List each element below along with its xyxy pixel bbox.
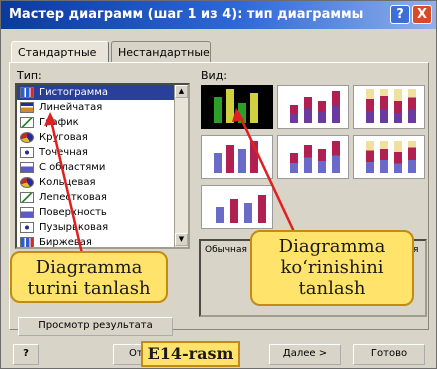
list-item[interactable]: Кольцевая bbox=[17, 175, 188, 190]
bar-icon bbox=[366, 89, 374, 123]
bar-icon bbox=[214, 97, 222, 123]
chart-type-list[interactable]: Гистограмма Линейчатая График Круговая Т… bbox=[15, 83, 190, 249]
callout-line: Diagramma bbox=[278, 236, 386, 257]
callout-line: turini tanlash bbox=[27, 278, 151, 299]
bar-icon bbox=[318, 101, 326, 123]
subtype-100-stacked-column[interactable] bbox=[353, 85, 425, 129]
bar-icon bbox=[366, 141, 374, 173]
chart-wizard-dialog: Мастер диаграмм (шаг 1 из 4): тип диагра… bbox=[0, 0, 437, 369]
finish-button[interactable]: Готово bbox=[353, 344, 425, 365]
bar-icon bbox=[226, 89, 234, 123]
bar-icon bbox=[238, 149, 246, 173]
subtype-3d-column[interactable] bbox=[201, 185, 273, 229]
stock-chart-icon bbox=[20, 237, 34, 247]
list-item[interactable]: С областями bbox=[17, 160, 188, 175]
list-item-label: Поверхность bbox=[39, 207, 107, 218]
list-item-label: Биржевая bbox=[39, 237, 92, 248]
list-item[interactable]: Гистограмма bbox=[17, 85, 188, 100]
list-item-label: График bbox=[39, 117, 79, 128]
bar-icon bbox=[332, 91, 340, 123]
bar-icon bbox=[408, 89, 416, 123]
list-item-label: Точечная bbox=[39, 147, 88, 158]
list-item[interactable]: Пузырьковая bbox=[17, 220, 188, 235]
list-scrollbar[interactable]: ▲ ▼ bbox=[174, 85, 188, 247]
bar-icon bbox=[244, 203, 252, 223]
close-button[interactable]: X bbox=[412, 5, 432, 24]
list-item[interactable]: Поверхность bbox=[17, 205, 188, 220]
left-callout: Diagramma turini tanlash bbox=[10, 251, 168, 303]
list-item-label: Гистограмма bbox=[39, 87, 108, 98]
column-chart-icon bbox=[20, 87, 34, 98]
line-chart-icon bbox=[20, 117, 34, 128]
chart-subtype-grid bbox=[199, 83, 427, 233]
bar-icon bbox=[230, 199, 238, 223]
bar-icon bbox=[258, 195, 266, 223]
subtype-clustered-column[interactable] bbox=[201, 85, 273, 129]
view-label: Вид: bbox=[201, 69, 228, 82]
list-item[interactable]: Биржевая bbox=[17, 235, 188, 248]
list-item-label: Кольцевая bbox=[39, 177, 96, 188]
list-item-label: Линейчатая bbox=[39, 102, 103, 113]
right-callout: Diagramma ko‘rinishini tanlash bbox=[250, 230, 414, 306]
scroll-up-icon[interactable]: ▲ bbox=[175, 85, 188, 98]
list-item[interactable]: Лепестковая bbox=[17, 190, 188, 205]
figure-label: E14-rasm bbox=[141, 341, 240, 367]
list-item-label: Круговая bbox=[39, 132, 88, 143]
pie-chart-icon bbox=[20, 132, 34, 143]
bubble-chart-icon bbox=[20, 222, 34, 233]
radar-chart-icon bbox=[20, 192, 34, 203]
bar-icon bbox=[394, 141, 402, 173]
subtype-3d-stacked-column[interactable] bbox=[277, 135, 349, 179]
bar-icon bbox=[304, 97, 312, 123]
subtype-3d-clustered-column[interactable] bbox=[201, 135, 273, 179]
bar-icon bbox=[394, 89, 402, 123]
bar-icon bbox=[226, 145, 234, 173]
doughnut-chart-icon bbox=[20, 177, 34, 188]
subtype-stacked-column[interactable] bbox=[277, 85, 349, 129]
bar-icon bbox=[250, 141, 258, 173]
next-button[interactable]: Далее > bbox=[269, 344, 341, 365]
bar-icon bbox=[290, 105, 298, 123]
list-item-label: С областями bbox=[39, 162, 106, 173]
title-bar: Мастер диаграмм (шаг 1 из 4): тип диагра… bbox=[1, 1, 436, 29]
callout-line: ko‘rinishini bbox=[280, 257, 384, 278]
list-item[interactable]: Круговая bbox=[17, 130, 188, 145]
help-button[interactable]: ? bbox=[390, 5, 410, 24]
surface-chart-icon bbox=[20, 207, 34, 218]
bar-chart-icon bbox=[20, 102, 34, 113]
bar-icon bbox=[290, 153, 298, 173]
list-item-label: Пузырьковая bbox=[39, 222, 109, 233]
list-item[interactable]: Линейчатая bbox=[17, 100, 188, 115]
area-chart-icon bbox=[20, 162, 34, 173]
list-item[interactable]: Точечная bbox=[17, 145, 188, 160]
list-item[interactable]: График bbox=[17, 115, 188, 130]
type-label: Тип: bbox=[17, 69, 42, 82]
bar-icon bbox=[214, 153, 222, 173]
bar-icon bbox=[332, 141, 340, 173]
window-title: Мастер диаграмм (шаг 1 из 4): тип диагра… bbox=[9, 7, 364, 22]
bar-icon bbox=[408, 141, 416, 173]
tab-standard[interactable]: Стандартные bbox=[11, 41, 109, 63]
tab-custom[interactable]: Нестандартные bbox=[111, 41, 211, 63]
bar-icon bbox=[250, 93, 258, 123]
bar-icon bbox=[238, 103, 246, 123]
subtype-3d-100-stacked-column[interactable] bbox=[353, 135, 425, 179]
scroll-down-icon[interactable]: ▼ bbox=[175, 233, 188, 246]
callout-line: Diagramma bbox=[35, 257, 143, 278]
bar-icon bbox=[216, 207, 224, 223]
help-icon-button[interactable]: ? bbox=[13, 344, 39, 365]
scatter-chart-icon bbox=[20, 147, 34, 158]
list-item-label: Лепестковая bbox=[39, 192, 107, 203]
preview-button[interactable]: Просмотр результата bbox=[18, 317, 173, 336]
bar-icon bbox=[380, 89, 388, 123]
callout-line: tanlash bbox=[298, 278, 366, 299]
bar-icon bbox=[304, 145, 312, 173]
bar-icon bbox=[380, 141, 388, 173]
bar-icon bbox=[318, 149, 326, 173]
